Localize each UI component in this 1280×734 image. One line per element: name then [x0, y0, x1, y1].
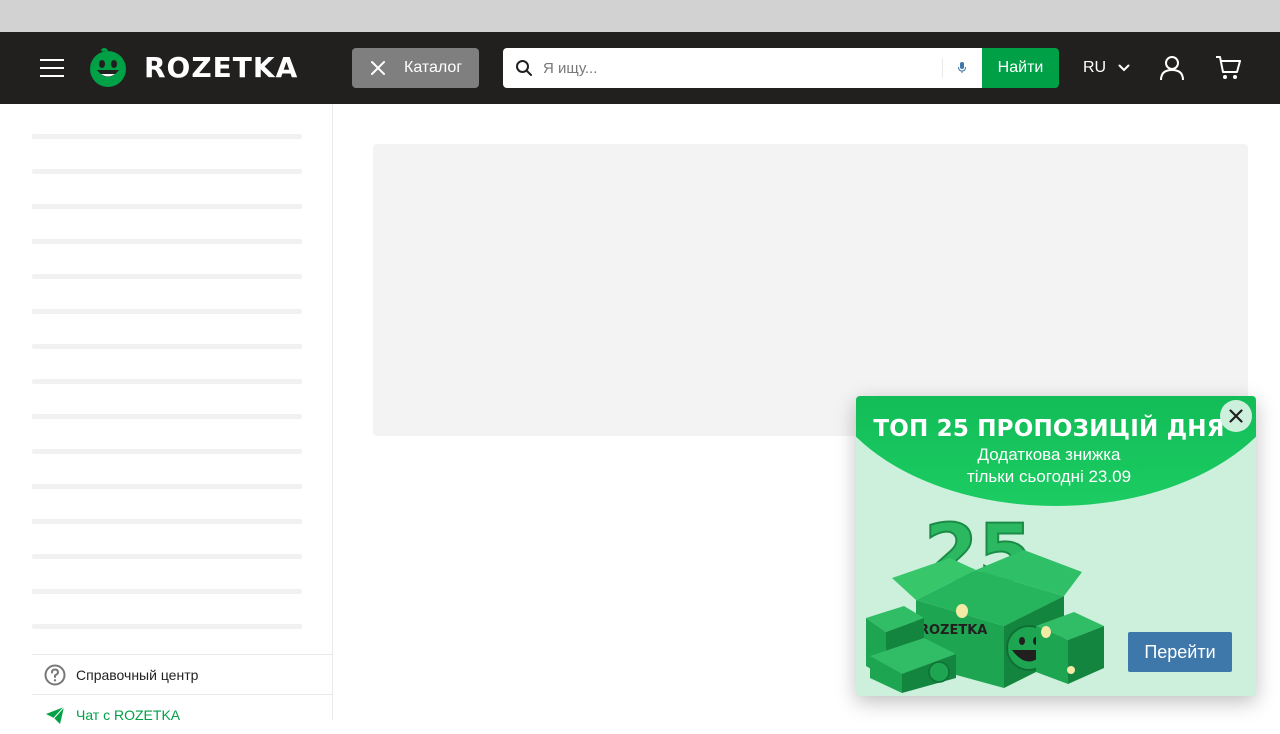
microphone-icon[interactable] — [955, 60, 969, 76]
promo-subtitle-line-2: тільки сьогодні 23.09 — [966, 467, 1132, 486]
rozetka-logo[interactable]: ROZETKA — [88, 48, 298, 88]
main-banner-placeholder — [373, 144, 1248, 436]
sidebar-skeleton-line — [32, 204, 302, 209]
sidebar-skeleton-line — [32, 134, 302, 139]
sidebar-skeleton-line — [32, 344, 302, 349]
chat-link[interactable]: Чат с ROZETKA — [32, 694, 332, 734]
close-icon — [371, 61, 385, 75]
promo-go-button[interactable]: Перейти — [1128, 632, 1232, 672]
search-box — [503, 48, 982, 88]
promo-popup: ТОП 25 ПРОПОЗИЦІЙ ДНЯ Додаткова знижка т… — [856, 396, 1256, 696]
sidebar-skeleton-line — [32, 624, 302, 629]
hamburger-menu-icon[interactable] — [40, 56, 64, 80]
browser-top-strip — [0, 0, 1280, 32]
promo-boxes-illustration: 25 ROZETKA — [866, 508, 1104, 693]
search-icon — [516, 60, 532, 76]
sidebar-skeleton-line — [32, 589, 302, 594]
language-selector[interactable]: RU — [1083, 48, 1130, 88]
sidebar-skeleton-line — [32, 554, 302, 559]
user-icon[interactable] — [1159, 55, 1185, 81]
catalog-label: Каталог — [404, 59, 463, 76]
sidebar-skeleton-line — [32, 484, 302, 489]
search-divider — [942, 58, 943, 78]
promo-box-brand-text: ROZETKA — [919, 623, 987, 638]
site-header: ROZETKA Каталог Найти RU — [0, 32, 1280, 104]
close-icon — [1229, 409, 1243, 423]
promo-close-button[interactable] — [1220, 400, 1252, 432]
sidebar-skeleton-line — [32, 309, 302, 314]
promo-subtitle-line-1: Додаткова знижка — [977, 445, 1121, 464]
logo-text: ROZETKA — [144, 51, 299, 84]
search-button[interactable]: Найти — [982, 48, 1059, 88]
catalog-button[interactable]: Каталог — [352, 48, 479, 88]
paper-plane-icon — [46, 706, 65, 724]
search-input[interactable] — [543, 48, 933, 88]
help-center-link[interactable]: Справочный центр — [32, 654, 332, 694]
sidebar: Справочный центр Чат с ROZETKA — [0, 104, 333, 724]
sidebar-skeleton-line — [32, 169, 302, 174]
search-form: Найти — [503, 48, 1059, 88]
sidebar-skeleton-line — [32, 414, 302, 419]
sidebar-skeleton-line — [32, 449, 302, 454]
cart-icon[interactable] — [1215, 55, 1241, 81]
rozetka-smile-logo-icon — [90, 48, 126, 87]
sidebar-skeleton-line — [32, 379, 302, 384]
language-label: RU — [1083, 59, 1107, 76]
question-circle-icon — [44, 664, 66, 685]
promo-subtitle: Додаткова знижка тільки сьогодні 23.09 — [856, 444, 1242, 488]
promo-title: ТОП 25 ПРОПОЗИЦІЙ ДНЯ — [873, 416, 1225, 442]
sidebar-skeleton-line — [32, 274, 302, 279]
chat-label: Чат с ROZETKA — [76, 706, 181, 723]
chevron-down-icon — [1118, 64, 1130, 72]
help-center-label: Справочный центр — [76, 666, 199, 683]
sidebar-skeleton-line — [32, 239, 302, 244]
sidebar-skeleton-line — [32, 519, 302, 524]
